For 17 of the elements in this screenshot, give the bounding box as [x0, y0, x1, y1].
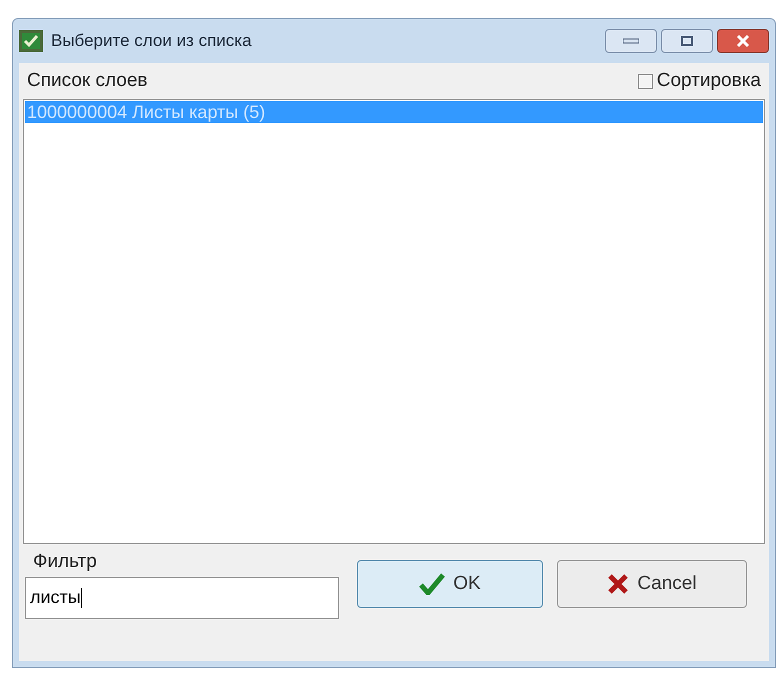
- close-button[interactable]: [717, 29, 769, 53]
- minimize-icon: [623, 38, 639, 44]
- sort-label: Сортировка: [656, 68, 761, 93]
- ok-button[interactable]: OK: [357, 560, 543, 608]
- filter-label: Фильтр: [32, 550, 98, 574]
- maximize-icon: [681, 36, 693, 46]
- filter-field[interactable]: листы: [25, 576, 339, 618]
- cross-icon: [607, 573, 630, 595]
- cancel-button[interactable]: Cancel: [557, 560, 747, 608]
- list-label: Список слоев: [27, 68, 148, 93]
- checkmark-icon: [419, 573, 446, 595]
- app-icon: [19, 30, 43, 52]
- minimize-button[interactable]: [605, 29, 657, 53]
- sort-checkbox[interactable]: [638, 74, 653, 88]
- maximize-button[interactable]: [661, 29, 713, 53]
- close-icon: [736, 35, 750, 47]
- window-title: Выберите слои из списка: [51, 30, 252, 52]
